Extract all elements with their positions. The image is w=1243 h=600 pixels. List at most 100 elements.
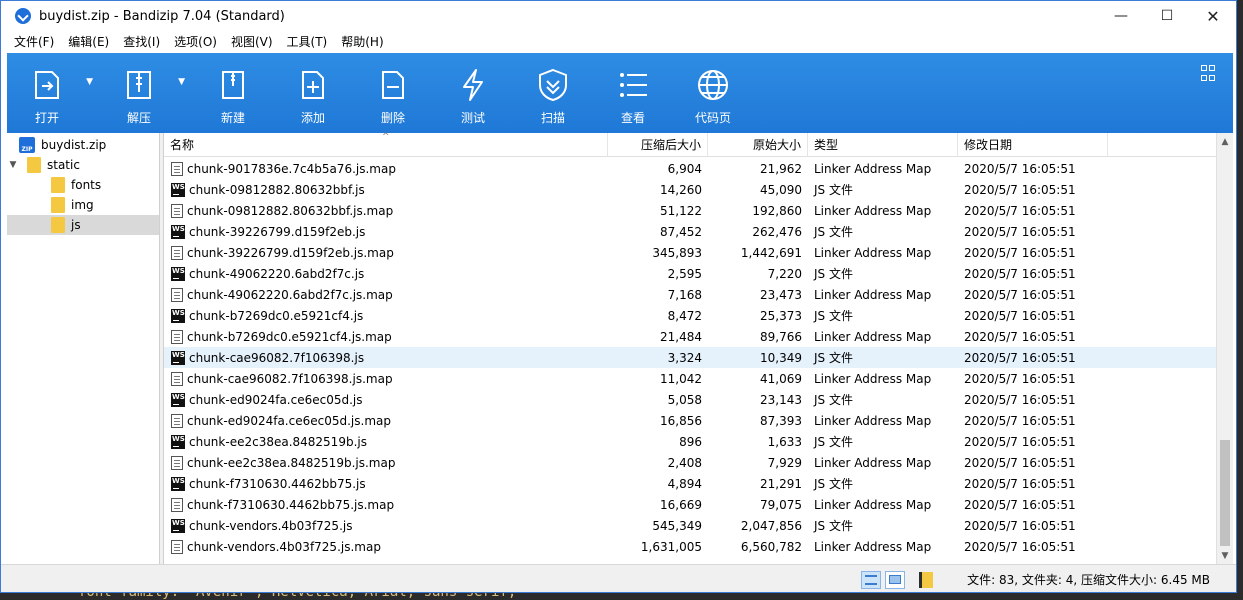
view-label: 查看 [620,111,645,125]
maximize-button[interactable]: ☐ [1144,1,1190,31]
table-row[interactable]: chunk-f7310630.4462bb75.js.map 16,669 79,0… [164,494,1217,515]
cell-type: Linker Address Map [814,455,932,470]
table-row[interactable]: chunk-b7269dc0.e5921cf4.js.map 21,484 89,7… [164,326,1217,347]
bandizip-logo-icon [15,8,31,24]
menu-tools[interactable]: 工具(T) [280,31,335,53]
cell-type: Linker Address Map [814,413,932,428]
cell-original: 21,291 [760,476,802,491]
table-row[interactable]: chunk-09812882.80632bbf.js.map 51,122 192,… [164,200,1217,221]
scan-button[interactable]: 扫描 [513,53,593,133]
details-view-button[interactable] [861,570,882,589]
cell-compressed: 545,349 [652,518,702,533]
scrollbar-thumb[interactable] [1220,440,1230,546]
add-button[interactable]: 添加 [273,53,353,133]
table-row[interactable]: WS chunk-vendors.4b03f725.js 545,349 2,047,… [164,515,1217,536]
column-header-compressed[interactable]: 压缩后大小 [608,133,708,157]
menu-help[interactable]: 帮助(H) [334,31,390,53]
new-archive-button[interactable]: 新建 [193,53,273,133]
table-row[interactable]: chunk-vendors.4b03f725.js.map 1,631,005 6,… [164,536,1217,557]
menu-view[interactable]: 视图(V) [224,31,280,53]
extract-button[interactable]: 解压 ▼ [99,53,185,133]
cell-type: JS 文件 [814,477,853,491]
tree-item-buydist[interactable]: ZIP buydist.zip [7,135,159,155]
webstorm-js-file-icon: WS [171,476,185,491]
delete-button[interactable]: 删除 [353,53,433,133]
file-name: chunk-49062220.6abd2f7c.js.map [187,287,393,302]
table-row[interactable]: WS chunk-49062220.6abd2f7c.js 2,595 7,220 JS… [164,263,1217,284]
menu-find[interactable]: 查找(I) [116,31,167,53]
tree-item-img[interactable]: img [7,195,159,215]
table-row[interactable]: WS chunk-09812882.80632bbf.js 14,260 45,090… [164,179,1217,200]
cell-type: JS 文件 [814,435,853,449]
cell-modified: 2020/5/7 16:05:51 [964,476,1076,491]
extract-dropdown-icon[interactable]: ▼ [178,77,185,87]
cell-original: 45,090 [760,182,802,197]
file-name: chunk-cae96082.7f106398.js [189,350,365,365]
table-row[interactable]: chunk-49062220.6abd2f7c.js.map 7,168 23,47… [164,284,1217,305]
scan-icon [535,67,571,103]
minimize-button[interactable]: — [1098,1,1144,31]
tree-item-static[interactable]: ▼ static [7,155,159,175]
cell-modified: 2020/5/7 16:05:51 [964,434,1076,449]
column-header-modified[interactable]: 修改日期 [958,133,1108,157]
thumbnail-view-button[interactable] [885,570,906,589]
tree-item-label: img [71,198,94,212]
view-button[interactable]: 查看 [593,53,673,133]
cell-name: chunk-cae96082.7f106398.js.map [164,371,608,386]
table-row[interactable]: chunk-cae96082.7f106398.js.map 11,042 41,0… [164,368,1217,389]
cell-compressed: 2,595 [667,266,702,281]
table-row[interactable]: WS chunk-ee2c38ea.8482519b.js 896 1,633 JS 文… [164,431,1217,452]
scroll-down-icon[interactable]: ▼ [1217,547,1233,564]
cell-original: 7,220 [767,266,802,281]
cell-name: chunk-ed9024fa.ce6ec05d.js.map [164,413,608,428]
file-name: chunk-b7269dc0.e5921cf4.js.map [187,329,392,344]
vertical-scrollbar[interactable]: ▲ ▼ [1216,133,1233,564]
add-icon [295,67,331,103]
table-row[interactable]: WS chunk-f7310630.4462bb75.js 4,894 21,291 J… [164,473,1217,494]
file-name: chunk-ed9024fa.ce6ec05d.js [189,392,363,407]
open-dropdown-icon[interactable]: ▼ [86,77,93,87]
new-archive-label: 新建 [220,111,245,125]
menu-file[interactable]: 文件(F) [7,31,61,53]
add-label: 添加 [300,111,325,125]
folder-icon [51,177,65,193]
cell-modified: 2020/5/7 16:05:51 [964,203,1076,218]
open-button[interactable]: 打开 ▼ [7,53,93,133]
test-button[interactable]: 测试 [433,53,513,133]
cell-original: 23,473 [760,287,802,302]
table-row[interactable]: chunk-ee2c38ea.8482519b.js.map 2,408 7,929… [164,452,1217,473]
layout-grid-icon[interactable] [1197,61,1223,87]
cell-compressed: 1,631,005 [640,539,702,554]
column-header-type[interactable]: 类型 [808,133,958,157]
menu-options[interactable]: 选项(O) [167,31,224,53]
tree-item-label: static [47,158,80,172]
table-row[interactable]: WS chunk-b7269dc0.e5921cf4.js 8,472 25,373 J… [164,305,1217,326]
cell-compressed: 896 [679,434,702,449]
cell-type: JS 文件 [814,225,853,239]
tree-item-fonts[interactable]: fonts [7,175,159,195]
text-file-icon [171,413,183,428]
close-button[interactable]: ✕ [1190,1,1236,31]
cell-name: chunk-9017836e.7c4b5a76.js.map [164,161,608,176]
file-name: chunk-f7310630.4462bb75.js [189,476,366,491]
table-row[interactable]: chunk-39226799.d159f2eb.js.map 345,893 1,4… [164,242,1217,263]
table-row[interactable]: WS chunk-cae96082.7f106398.js 3,324 10,349 J… [164,347,1217,368]
expand-arrow-icon[interactable]: ▼ [7,160,19,170]
file-name: chunk-cae96082.7f106398.js.map [187,371,393,386]
column-header-original[interactable]: 原始大小 [708,133,808,157]
folder-tree: ZIP buydist.zip ▼ static fonts img js [7,133,160,564]
archive-info-icon[interactable] [919,571,934,588]
tree-item-js[interactable]: js [7,215,159,235]
cell-compressed: 8,472 [667,308,702,323]
codepage-button[interactable]: 代码页 [673,53,753,133]
table-row[interactable]: WS chunk-39226799.d159f2eb.js 87,452 262,47… [164,221,1217,242]
table-row[interactable]: chunk-9017836e.7c4b5a76.js.map 6,904 21,96… [164,158,1217,179]
table-row[interactable]: chunk-ed9024fa.ce6ec05d.js.map 16,856 87,3… [164,410,1217,431]
menu-edit[interactable]: 编辑(E) [61,31,116,53]
cell-name: chunk-39226799.d159f2eb.js.map [164,245,608,260]
scan-label: 扫描 [540,111,565,125]
scroll-up-icon[interactable]: ▲ [1217,133,1233,150]
table-row[interactable]: WS chunk-ed9024fa.ce6ec05d.js 5,058 23,143 J… [164,389,1217,410]
status-summary: 文件: 83, 文件夹: 4, 压缩文件大小: 6.45 MB [967,573,1210,587]
cell-name: WS chunk-ed9024fa.ce6ec05d.js [164,392,608,407]
